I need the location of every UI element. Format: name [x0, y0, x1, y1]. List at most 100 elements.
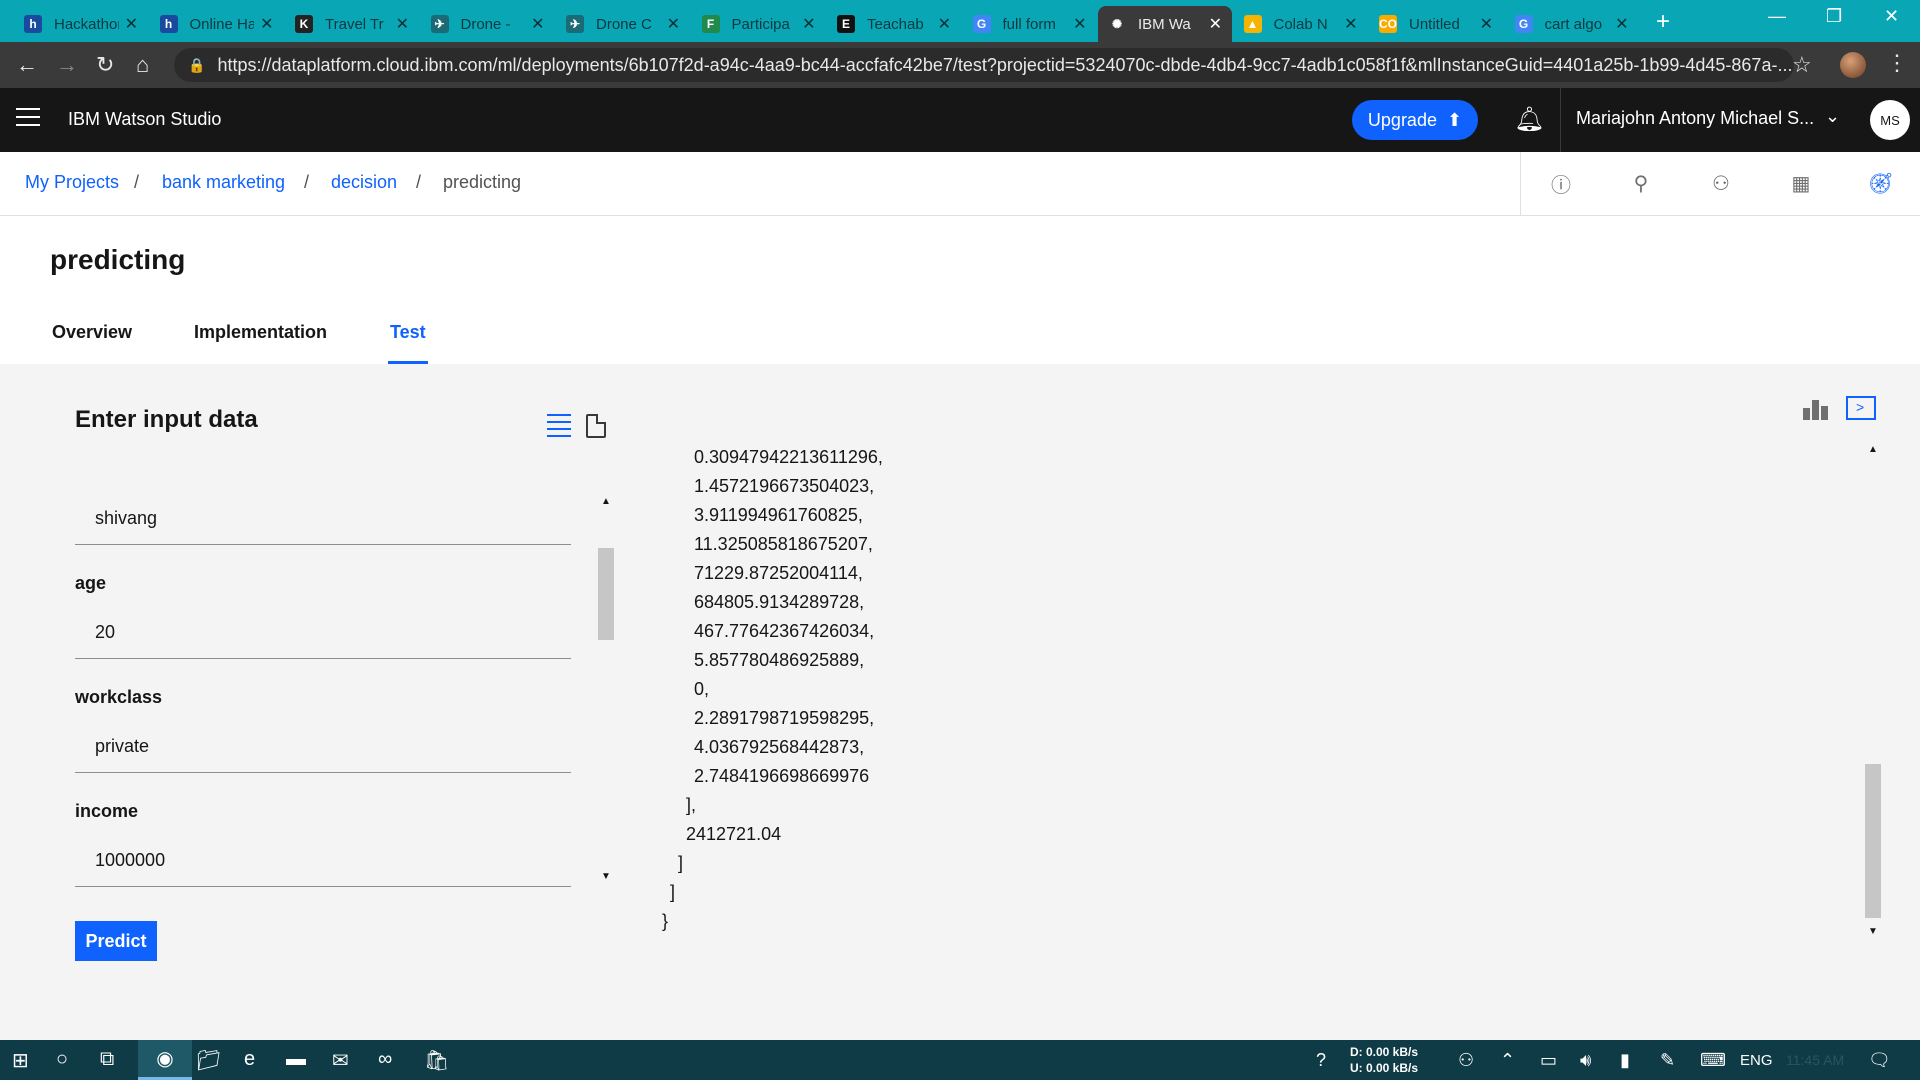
tab-close-icon[interactable]: ✕ [1480, 14, 1493, 34]
chart-view-icon[interactable] [1803, 398, 1833, 420]
browser-tab[interactable]: h Online Hackathon ✕ [150, 6, 284, 42]
browser-tab[interactable]: F Participa ✕ [692, 6, 826, 42]
form-scrollbar[interactable]: ▲ ▼ [598, 496, 614, 886]
breadcrumb-separator: / [304, 172, 310, 192]
scroll-down-icon[interactable]: ▼ [601, 871, 611, 882]
volume-icon[interactable]: 🔊︎ [1580, 1050, 1591, 1071]
output-line: 5.857780486925889, [694, 650, 865, 670]
tab-overview[interactable]: Overview [52, 322, 132, 343]
mail-icon[interactable]: ✉ [332, 1048, 349, 1073]
breadcrumb-decision[interactable]: decision [331, 172, 397, 193]
output-line: 467.77642367426034, [694, 621, 875, 641]
browser-tab[interactable]: Gcart algo ✕ [1505, 6, 1639, 42]
json-view-icon[interactable] [586, 414, 606, 438]
browser-tab[interactable]: ✈ Drone C ✕ [556, 6, 690, 42]
app-brand[interactable]: IBM Watson Studio [68, 109, 221, 130]
tab-close-icon[interactable]: ✕ [1344, 14, 1357, 34]
chrome-taskbar-icon[interactable]: ◉ [138, 1040, 192, 1080]
first-field-input[interactable] [75, 493, 571, 545]
back-icon[interactable]: ← [16, 52, 38, 78]
browser-tab[interactable]: ✺ IBM Wa ✕ [1098, 6, 1232, 42]
media-icon[interactable]: ▬ [286, 1048, 306, 1071]
scroll-down-icon[interactable]: ▼ [1868, 926, 1878, 937]
task-view-icon[interactable]: ⧉ [100, 1048, 114, 1071]
tab-test[interactable]: Test [390, 322, 426, 343]
upgrade-button[interactable]: Upgrade ⬆ [1352, 100, 1478, 140]
home-icon[interactable]: ⌂ [136, 52, 149, 78]
tab-close-icon[interactable]: ✕ [1209, 14, 1222, 34]
reload-icon[interactable]: ↻ [96, 52, 114, 78]
edge-icon[interactable]: e [244, 1048, 255, 1071]
tab-close-icon[interactable]: ✕ [260, 14, 273, 34]
tab-close-icon[interactable]: ✕ [396, 14, 409, 34]
close-window-icon[interactable]: ✕ [1884, 6, 1899, 27]
tab-favicon-icon: ✺ [1108, 15, 1126, 33]
browser-toolbar: ← → ↻ ⌂ 🔒 https://dataplatform.cloud.ibm… [0, 42, 1920, 88]
tab-close-icon[interactable]: ✕ [1615, 14, 1628, 34]
people-icon[interactable]: ⚇ [1458, 1050, 1474, 1071]
battery-icon[interactable]: ▮ [1620, 1050, 1630, 1071]
browser-menu-icon[interactable]: ⋮ [1886, 50, 1908, 76]
restore-icon[interactable]: ❐ [1826, 6, 1842, 27]
action-center-icon[interactable]: 🗨︎ [1868, 1050, 1891, 1071]
output-scroll-thumb[interactable] [1865, 764, 1881, 918]
arduino-icon[interactable]: ∞ [378, 1048, 392, 1071]
scroll-up-icon[interactable]: ▲ [1868, 444, 1878, 455]
breadcrumb-my-projects[interactable]: My Projects [25, 172, 119, 193]
tab-close-icon[interactable]: ✕ [1073, 14, 1086, 34]
language-indicator[interactable]: ENG [1740, 1052, 1773, 1069]
file-explorer-icon[interactable]: 📁︎ [196, 1048, 221, 1073]
help-icon[interactable]: ? [1316, 1050, 1326, 1071]
compass-icon[interactable]: 🧭︎ [1868, 170, 1894, 196]
age-input[interactable] [75, 607, 571, 659]
bookmark-star-icon[interactable]: ☆ [1792, 52, 1812, 78]
income-input[interactable] [75, 835, 571, 887]
hamburger-menu-icon[interactable] [16, 108, 40, 132]
predict-button[interactable]: Predict [75, 921, 157, 961]
browser-tab[interactable]: h Hackathon ✕ [14, 6, 148, 42]
tab-close-icon[interactable]: ✕ [125, 14, 138, 34]
find-assets-icon[interactable]: ⚲ [1628, 170, 1654, 196]
keyboard-icon[interactable]: ⌨ [1700, 1050, 1726, 1071]
profile-avatar[interactable] [1840, 52, 1866, 78]
tab-implementation[interactable]: Implementation [194, 322, 327, 343]
app-header: IBM Watson Studio Upgrade ⬆ 🔔︎ Mariajohn… [0, 88, 1920, 152]
minimize-icon[interactable]: — [1768, 6, 1786, 27]
tab-close-icon[interactable]: ✕ [802, 14, 815, 34]
workclass-input[interactable] [75, 721, 571, 773]
scroll-up-icon[interactable]: ▲ [601, 496, 611, 507]
form-view-icon[interactable] [547, 414, 571, 442]
network-icon[interactable]: ▭ [1540, 1050, 1557, 1071]
browser-tab[interactable]: ▲ Colab N ✕ [1234, 6, 1368, 42]
tab-favicon-icon: E [837, 15, 855, 33]
tray-chevron-icon[interactable]: ⌃ [1500, 1050, 1515, 1071]
info-icon[interactable]: ⓘ [1548, 170, 1574, 197]
tab-close-icon[interactable]: ✕ [938, 14, 951, 34]
form-scroll-thumb[interactable] [598, 548, 614, 640]
tab-close-icon[interactable]: ✕ [667, 14, 680, 34]
browser-tab[interactable]: CO Untitled ✕ [1369, 6, 1503, 42]
browser-tab[interactable]: ✈ Drone - ✕ [421, 6, 555, 42]
pen-icon[interactable]: ✎ [1660, 1050, 1675, 1071]
output-line: 11.325085818675207, [694, 534, 873, 554]
clock[interactable]: 11:45 AM [1786, 1052, 1844, 1068]
browser-tab[interactable]: E Teachab ✕ [827, 6, 961, 42]
tab-close-icon[interactable]: ✕ [531, 14, 544, 34]
store-icon[interactable]: 🛍︎ [424, 1048, 449, 1073]
chevron-down-icon[interactable]: ⌄ [1825, 106, 1840, 127]
apps-grid-icon[interactable]: ▦ [1788, 170, 1814, 196]
address-bar[interactable]: 🔒 https://dataplatform.cloud.ibm.com/ml/… [174, 48, 1794, 82]
account-name[interactable]: Mariajohn Antony Michael S... [1576, 108, 1814, 129]
community-icon[interactable]: ⚇ [1708, 170, 1734, 196]
user-avatar[interactable]: MS [1870, 100, 1910, 140]
breadcrumb-bank-marketing[interactable]: bank marketing [162, 172, 285, 193]
windows-start-icon[interactable]: ⊞ [12, 1048, 29, 1073]
forward-icon[interactable]: → [56, 52, 78, 78]
new-tab-button[interactable]: + [1656, 8, 1670, 36]
browser-tab[interactable]: K Travel Tr ✕ [285, 6, 419, 42]
output-scrollbar[interactable]: ▲ ▼ [1865, 444, 1881, 938]
notifications-bell-icon[interactable]: 🔔︎ [1514, 105, 1544, 134]
browser-tab[interactable]: Gfull form ✕ [963, 6, 1097, 42]
search-icon[interactable]: ○ [56, 1048, 68, 1071]
terminal-view-icon[interactable]: > [1846, 396, 1876, 420]
